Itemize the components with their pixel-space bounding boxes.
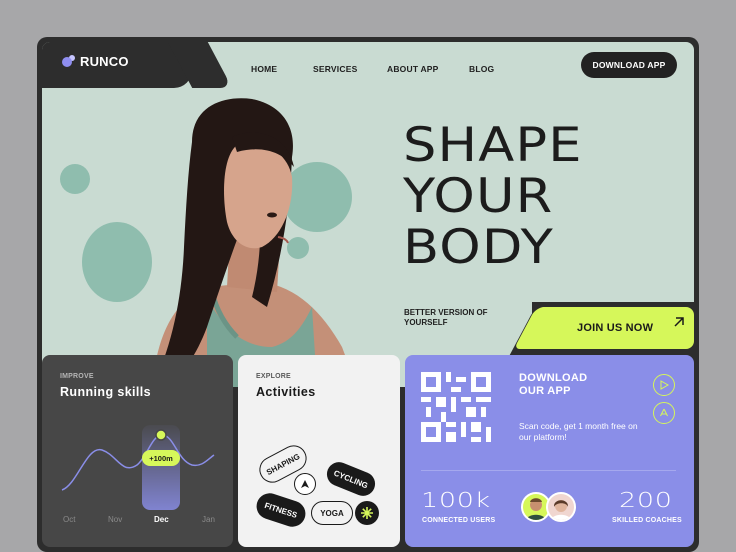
download-title-line: DOWNLOAD — [519, 372, 588, 384]
hero-tagline: BETTER VERSION OF YOURSELF — [404, 308, 488, 327]
stat-coaches-value: 200 — [619, 488, 673, 512]
headline-line: YOUR — [403, 169, 554, 224]
tag-fitness[interactable]: FITNESS — [253, 489, 309, 531]
card-eyebrow: IMPROVE — [60, 373, 94, 380]
logo-mark-icon — [62, 56, 72, 67]
running-skills-card[interactable]: IMPROVE Running skills +100m Oct Nov Dec… — [42, 355, 233, 547]
app-store-button[interactable] — [653, 402, 675, 424]
nav-blog[interactable]: BLOG — [469, 64, 494, 74]
card-title: Activities — [256, 385, 316, 399]
stat-users-label: CONNECTED USERS — [422, 517, 496, 524]
nav-about-app[interactable]: ABOUT APP — [387, 64, 439, 74]
trend-line — [61, 434, 215, 491]
divider — [421, 470, 676, 471]
headline-line: SHAPE — [403, 118, 583, 173]
hero-section: RUNCO HOME SERVICES ABOUT APP BLOG DOWNL… — [42, 42, 694, 387]
avatar — [546, 492, 576, 522]
nav-home[interactable]: HOME — [251, 64, 277, 74]
decor-blob — [60, 164, 90, 194]
join-us-label: JOIN US NOW — [577, 322, 654, 334]
triangle-icon — [294, 473, 316, 495]
star-icon — [355, 501, 379, 525]
landing-page: RUNCO HOME SERVICES ABOUT APP BLOG DOWNL… — [37, 37, 699, 552]
skills-chart — [61, 425, 215, 510]
month-label: Nov — [108, 515, 123, 524]
month-label: Oct — [63, 515, 76, 524]
tag-yoga[interactable]: YOGA — [311, 501, 353, 525]
hero-headline: SHAPE YOUR BODY — [403, 120, 583, 273]
app-store-icon — [660, 408, 668, 417]
play-store-icon — [660, 380, 669, 390]
headline-line: BODY — [403, 220, 554, 275]
activities-card[interactable]: EXPLORE Activities SHAPING CYCLING FITNE… — [238, 355, 400, 547]
download-title: DOWNLOAD OUR APP — [519, 372, 587, 398]
stat-coaches-label: SKILLED COACHES — [612, 517, 682, 524]
logo-text: RUNCO — [80, 54, 129, 69]
tag-cycling[interactable]: CYCLING — [323, 458, 379, 500]
download-app-card: DOWNLOAD OUR APP Scan code, get 1 month … — [405, 355, 694, 547]
hero-photo — [152, 98, 357, 387]
play-store-button[interactable] — [653, 374, 675, 396]
distance-badge: +100m — [142, 450, 180, 466]
month-label-active: Dec — [154, 515, 169, 524]
logo[interactable]: RUNCO — [62, 54, 129, 69]
download-text: Scan code, get 1 month free on our platf… — [519, 421, 638, 442]
download-title-line: OUR APP — [519, 385, 571, 397]
nav-services[interactable]: SERVICES — [313, 64, 357, 74]
qr-code[interactable] — [421, 372, 491, 442]
arrow-up-right-icon — [674, 317, 684, 327]
stat-users-value: 100k — [421, 488, 491, 512]
active-point — [155, 429, 167, 441]
month-label: Jan — [202, 515, 215, 524]
card-title: Running skills — [60, 385, 152, 399]
join-us-button[interactable]: JOIN US NOW — [537, 307, 694, 349]
download-app-button[interactable]: DOWNLOAD APP — [581, 52, 677, 78]
card-eyebrow: EXPLORE — [256, 373, 291, 380]
